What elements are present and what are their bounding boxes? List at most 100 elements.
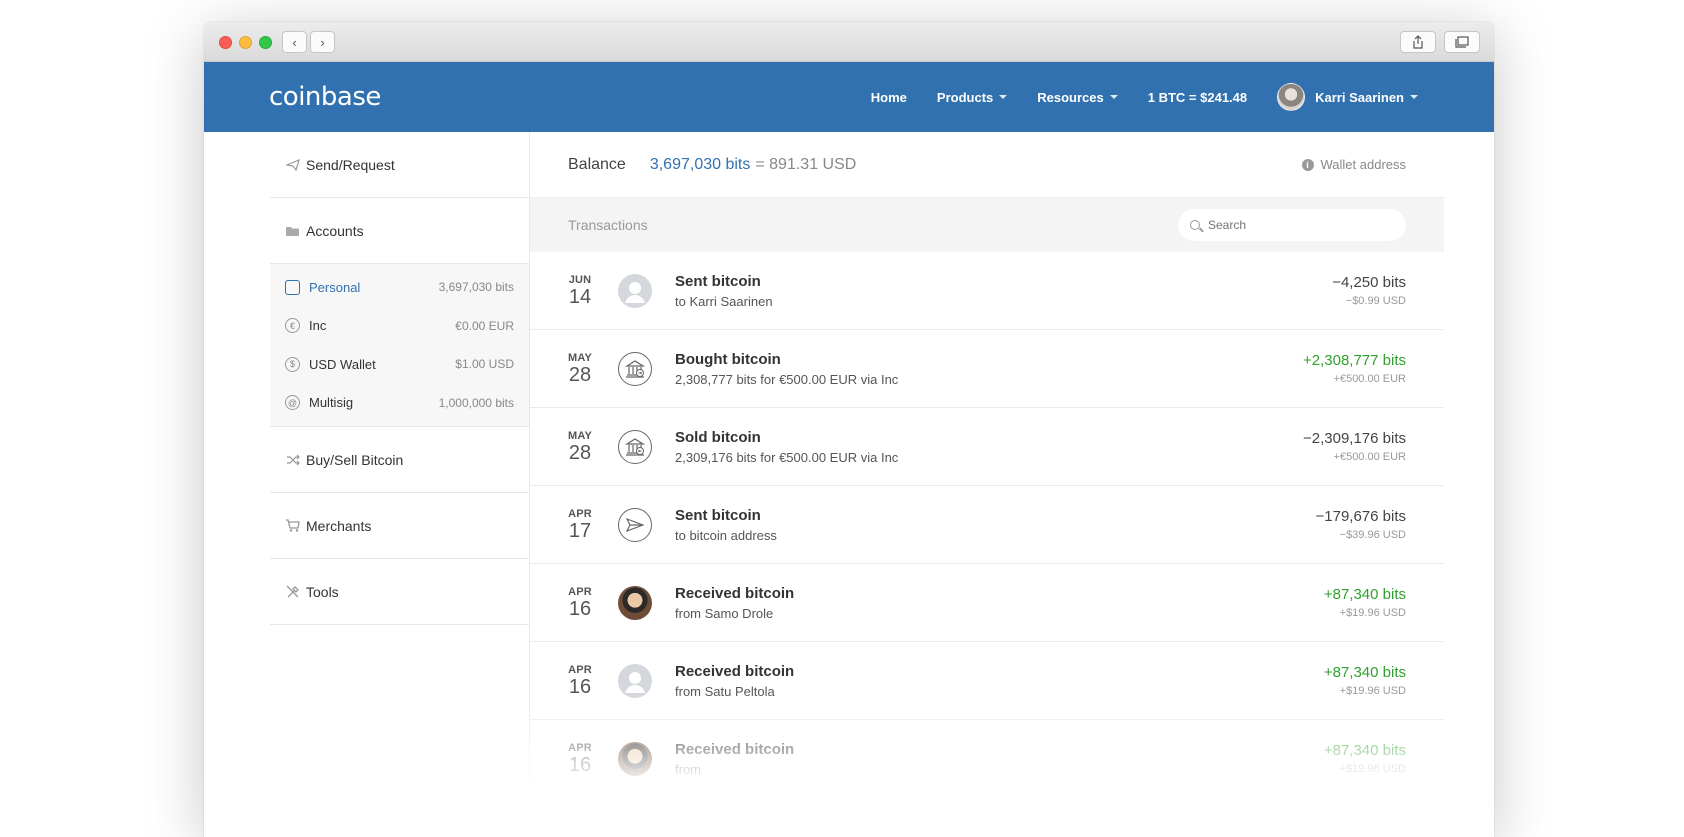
amount-bits: +87,340 bits — [1323, 742, 1406, 759]
transaction-title: Sent bitcoin — [675, 506, 761, 524]
amount-fiat: +$19.96 USD — [1339, 763, 1406, 775]
wallet-address-link[interactable]: i Wallet address — [1301, 157, 1406, 172]
search-input[interactable] — [1208, 218, 1388, 232]
balance-label: Balance — [568, 155, 626, 173]
contact-photo — [618, 741, 652, 776]
transaction-title: Sent bitcoin — [675, 272, 761, 290]
back-button[interactable]: ‹ — [282, 31, 307, 53]
transaction-subtitle: from — [675, 761, 701, 777]
account-balance: €0.00 EUR — [455, 318, 514, 333]
amount-bits: +87,340 bits — [1323, 664, 1406, 681]
nav-resources[interactable]: Resources — [1037, 90, 1118, 105]
transaction-date: JUN 14 — [568, 274, 592, 308]
nav-products-label: Products — [936, 89, 994, 105]
transaction-body: Received bitcoin from Satu Peltola — [675, 663, 1324, 699]
minimize-window-button[interactable] — [239, 36, 252, 49]
date-month: MAY — [568, 351, 593, 364]
date-day: 16 — [568, 753, 592, 776]
transaction-body: Bought bitcoin 2,308,777 bits for €500.00… — [675, 351, 1303, 387]
tabs-button[interactable] — [1444, 31, 1480, 53]
accounts-list: Personal 3,697,030 bits € Inc €0.00 EUR … — [270, 264, 529, 427]
search-icon — [1190, 220, 1200, 230]
transaction-date: MAY 28 — [568, 430, 592, 464]
transaction-date: APR 16 — [568, 664, 592, 698]
date-day: 28 — [568, 441, 592, 464]
account-inc[interactable]: € Inc €0.00 EUR — [270, 307, 529, 346]
person-avatar-icon — [618, 663, 652, 698]
account-name: Multisig — [309, 395, 354, 411]
account-name: Personal — [309, 279, 361, 295]
maximize-window-button[interactable] — [259, 36, 272, 49]
coinbase-logo[interactable]: coinbase — [269, 82, 381, 112]
transaction-row[interactable]: JUN 14 Sent bitcoin to Karri Saarinen −4,2… — [530, 252, 1444, 330]
user-name: Karri Saarinen — [1315, 89, 1404, 105]
account-balance: $1.00 USD — [455, 357, 514, 372]
browser-window: ‹ › coinbase Home Products Resources 1 B… — [204, 22, 1494, 837]
forward-button[interactable]: › — [310, 31, 335, 53]
account-balance: 1,000,000 bits — [438, 395, 514, 410]
date-month: APR — [568, 741, 592, 754]
amount-fiat: −$0.99 USD — [1345, 295, 1406, 307]
folder-icon — [285, 223, 300, 238]
cart-icon — [285, 518, 300, 533]
close-window-button[interactable] — [219, 36, 232, 49]
amount-fiat: +$19.96 USD — [1339, 685, 1406, 697]
account-personal[interactable]: Personal 3,697,030 bits — [270, 268, 529, 307]
sidebar-item-label: Buy/Sell Bitcoin — [306, 451, 404, 468]
sidebar-item-send-request[interactable]: Send/Request — [270, 132, 529, 198]
amount-bits: +2,308,777 bits — [1302, 352, 1406, 369]
transaction-title: Received bitcoin — [675, 662, 795, 680]
sidebar: Send/Request Accounts Personal 3,697,030… — [270, 132, 530, 837]
transaction-row[interactable]: MAY 28 Sold bitcoin 2,309,176 bits for €50… — [530, 408, 1444, 486]
caret-down-icon — [999, 95, 1008, 99]
user-menu[interactable]: Karri Saarinen — [1277, 83, 1418, 111]
transactions-label: Transactions — [568, 217, 648, 233]
app-header: coinbase Home Products Resources 1 BTC =… — [204, 62, 1494, 132]
balance-usd: = 891.31 USD — [755, 155, 857, 173]
transaction-row[interactable]: APR 16 Received bitcoin from Samo Drole +8… — [530, 564, 1444, 642]
transaction-title: Received bitcoin — [675, 584, 795, 602]
amount-bits: −2,309,176 bits — [1302, 430, 1406, 447]
date-month: JUN — [568, 273, 592, 286]
amount-fiat: +$19.96 USD — [1339, 607, 1406, 619]
account-usd-wallet[interactable]: $ USD Wallet $1.00 USD — [270, 345, 529, 384]
transaction-row[interactable]: APR 16 Received bitcoin from +87,340 bits +… — [530, 720, 1444, 798]
transaction-amount: +2,308,777 bits +€500.00 EUR — [1303, 352, 1406, 385]
sidebar-item-buy-sell[interactable]: Buy/Sell Bitcoin — [270, 427, 529, 493]
transaction-row[interactable]: APR 17 Sent bitcoin to bitcoin address −17… — [530, 486, 1444, 564]
amount-fiat: −$39.96 USD — [1339, 529, 1406, 541]
share-button[interactable] — [1400, 31, 1436, 53]
chevron-left-icon: ‹ — [292, 34, 297, 50]
nav-home[interactable]: Home — [871, 90, 907, 105]
dollar-icon: $ — [285, 356, 300, 372]
card-icon — [285, 279, 300, 295]
transaction-body: Received bitcoin from Samo Drole — [675, 585, 1324, 621]
search-box[interactable] — [1178, 209, 1406, 241]
contact-photo — [618, 585, 652, 620]
sidebar-item-tools[interactable]: Tools — [270, 559, 529, 625]
transaction-amount: −4,250 bits −$0.99 USD — [1332, 274, 1406, 307]
account-multisig[interactable]: @ Multisig 1,000,000 bits — [270, 384, 529, 423]
balance-bar: Balance 3,697,030 bits = 891.31 USD i Wa… — [530, 132, 1444, 198]
sidebar-item-label: Merchants — [306, 517, 372, 534]
sidebar-item-accounts[interactable]: Accounts — [270, 198, 529, 264]
nav-products[interactable]: Products — [936, 89, 1008, 105]
person-avatar-icon — [618, 273, 652, 308]
amount-fiat: +€500.00 EUR — [1333, 451, 1406, 463]
transaction-row[interactable]: MAY 28 Bought bitcoin 2,308,777 bits for €… — [530, 330, 1444, 408]
transaction-subtitle: from Satu Peltola — [675, 683, 775, 699]
bank-icon — [618, 429, 652, 464]
transaction-row[interactable]: APR 16 Received bitcoin from Satu Peltola … — [530, 642, 1444, 720]
transaction-subtitle: to Karri Saarinen — [675, 293, 773, 309]
sidebar-item-merchants[interactable]: Merchants — [270, 493, 529, 559]
date-month: APR — [568, 585, 592, 598]
date-month: MAY — [568, 429, 593, 442]
tools-icon — [285, 584, 300, 599]
transaction-title: Received bitcoin — [675, 740, 795, 758]
shuffle-icon — [285, 452, 300, 467]
transaction-subtitle: from Samo Drole — [675, 605, 774, 621]
tabs-icon — [1455, 36, 1469, 48]
transaction-body: Sent bitcoin to bitcoin address — [675, 507, 1316, 543]
multisig-icon: @ — [285, 395, 300, 411]
amount-bits: +87,340 bits — [1323, 586, 1406, 603]
